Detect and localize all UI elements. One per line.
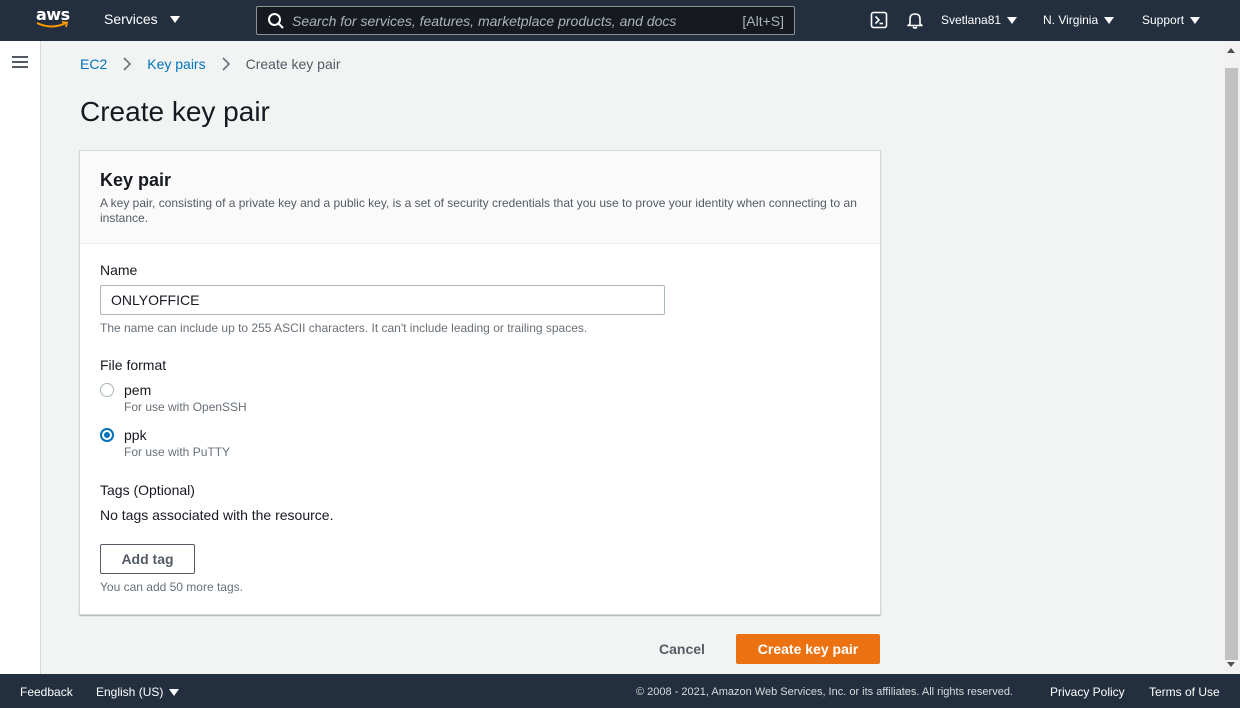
cloudshell-icon[interactable] <box>870 11 888 29</box>
privacy-policy-link[interactable]: Privacy Policy <box>1050 685 1125 699</box>
radio-button-ppk[interactable] <box>100 428 114 442</box>
services-menu[interactable]: Services <box>104 11 180 27</box>
scroll-down-icon[interactable] <box>1227 662 1235 667</box>
card-title: Key pair <box>100 170 172 190</box>
search-bar[interactable]: [Alt+S] <box>256 6 795 35</box>
breadcrumb-ec2[interactable]: EC2 <box>80 56 107 72</box>
breadcrumb: EC2 Key pairs Create key pair <box>80 56 341 72</box>
caret-down-icon <box>169 15 180 23</box>
tags-empty-text: No tags associated with the resource. <box>100 507 334 523</box>
aws-smile-icon <box>36 21 69 28</box>
radio-option-ppk[interactable]: ppk For use with PuTTY <box>100 427 230 459</box>
region-name: N. Virginia <box>1043 13 1099 27</box>
footer: Feedback English (US) © 2008 - 2021, Ama… <box>0 674 1240 708</box>
copyright-text: © 2008 - 2021, Amazon Web Services, Inc.… <box>636 686 1013 698</box>
caret-down-icon <box>1190 16 1201 24</box>
scrollbar-thumb[interactable] <box>1225 68 1238 660</box>
page-scrollbar[interactable] <box>1223 41 1240 674</box>
tags-label: Tags (Optional) <box>100 482 195 498</box>
cancel-button[interactable]: Cancel <box>650 634 714 664</box>
scroll-up-icon[interactable] <box>1227 48 1235 53</box>
file-format-label: File format <box>100 357 167 373</box>
terms-of-use-link[interactable]: Terms of Use <box>1149 685 1220 699</box>
radio-label-ppk: ppk <box>124 427 147 443</box>
support-label: Support <box>1142 13 1185 27</box>
breadcrumb-key-pairs[interactable]: Key pairs <box>147 56 205 72</box>
name-input[interactable] <box>100 285 665 315</box>
radio-option-pem[interactable]: pem For use with OpenSSH <box>100 382 247 414</box>
top-navigation: aws Services [Alt+S] Svetlana81 N. Virgi… <box>0 0 1240 41</box>
search-icon <box>268 12 284 29</box>
user-name: Svetlana81 <box>941 13 1002 27</box>
aws-logo[interactable]: aws <box>36 6 72 34</box>
language-label: English (US) <box>96 685 164 699</box>
name-label: Name <box>100 262 138 278</box>
name-hint: The name can include up to 255 ASCII cha… <box>100 321 588 335</box>
key-pair-card: Key pair A key pair, consisting of a pri… <box>79 150 881 615</box>
radio-hint-pem: For use with OpenSSH <box>124 400 247 414</box>
radio-button-pem[interactable] <box>100 383 114 397</box>
radio-label-pem: pem <box>124 382 152 398</box>
chevron-right-icon <box>222 57 230 71</box>
create-key-pair-button[interactable]: Create key pair <box>736 634 880 664</box>
search-input[interactable] <box>292 12 743 29</box>
card-header: Key pair A key pair, consisting of a pri… <box>80 151 880 244</box>
chevron-right-icon <box>123 57 132 71</box>
caret-down-icon <box>1104 16 1115 24</box>
menu-icon[interactable] <box>12 56 28 70</box>
caret-down-icon <box>169 688 180 696</box>
add-tag-button[interactable]: Add tag <box>100 544 195 574</box>
page-title: Create key pair <box>80 96 270 127</box>
services-label: Services <box>104 11 158 27</box>
feedback-link[interactable]: Feedback <box>20 685 73 699</box>
card-description: A key pair, consisting of a private key … <box>100 196 857 225</box>
radio-hint-ppk: For use with PuTTY <box>124 445 231 459</box>
search-shortcut: [Alt+S] <box>742 12 784 29</box>
caret-down-icon <box>1007 16 1018 24</box>
breadcrumb-current: Create key pair <box>245 56 341 72</box>
tags-hint: You can add 50 more tags. <box>100 580 243 594</box>
region-menu[interactable]: N. Virginia <box>1043 13 1115 27</box>
user-menu[interactable]: Svetlana81 <box>941 13 1018 27</box>
bell-icon[interactable] <box>906 11 924 29</box>
language-selector[interactable]: English (US) <box>96 685 180 699</box>
side-navigation <box>0 41 41 674</box>
support-menu[interactable]: Support <box>1142 13 1201 27</box>
